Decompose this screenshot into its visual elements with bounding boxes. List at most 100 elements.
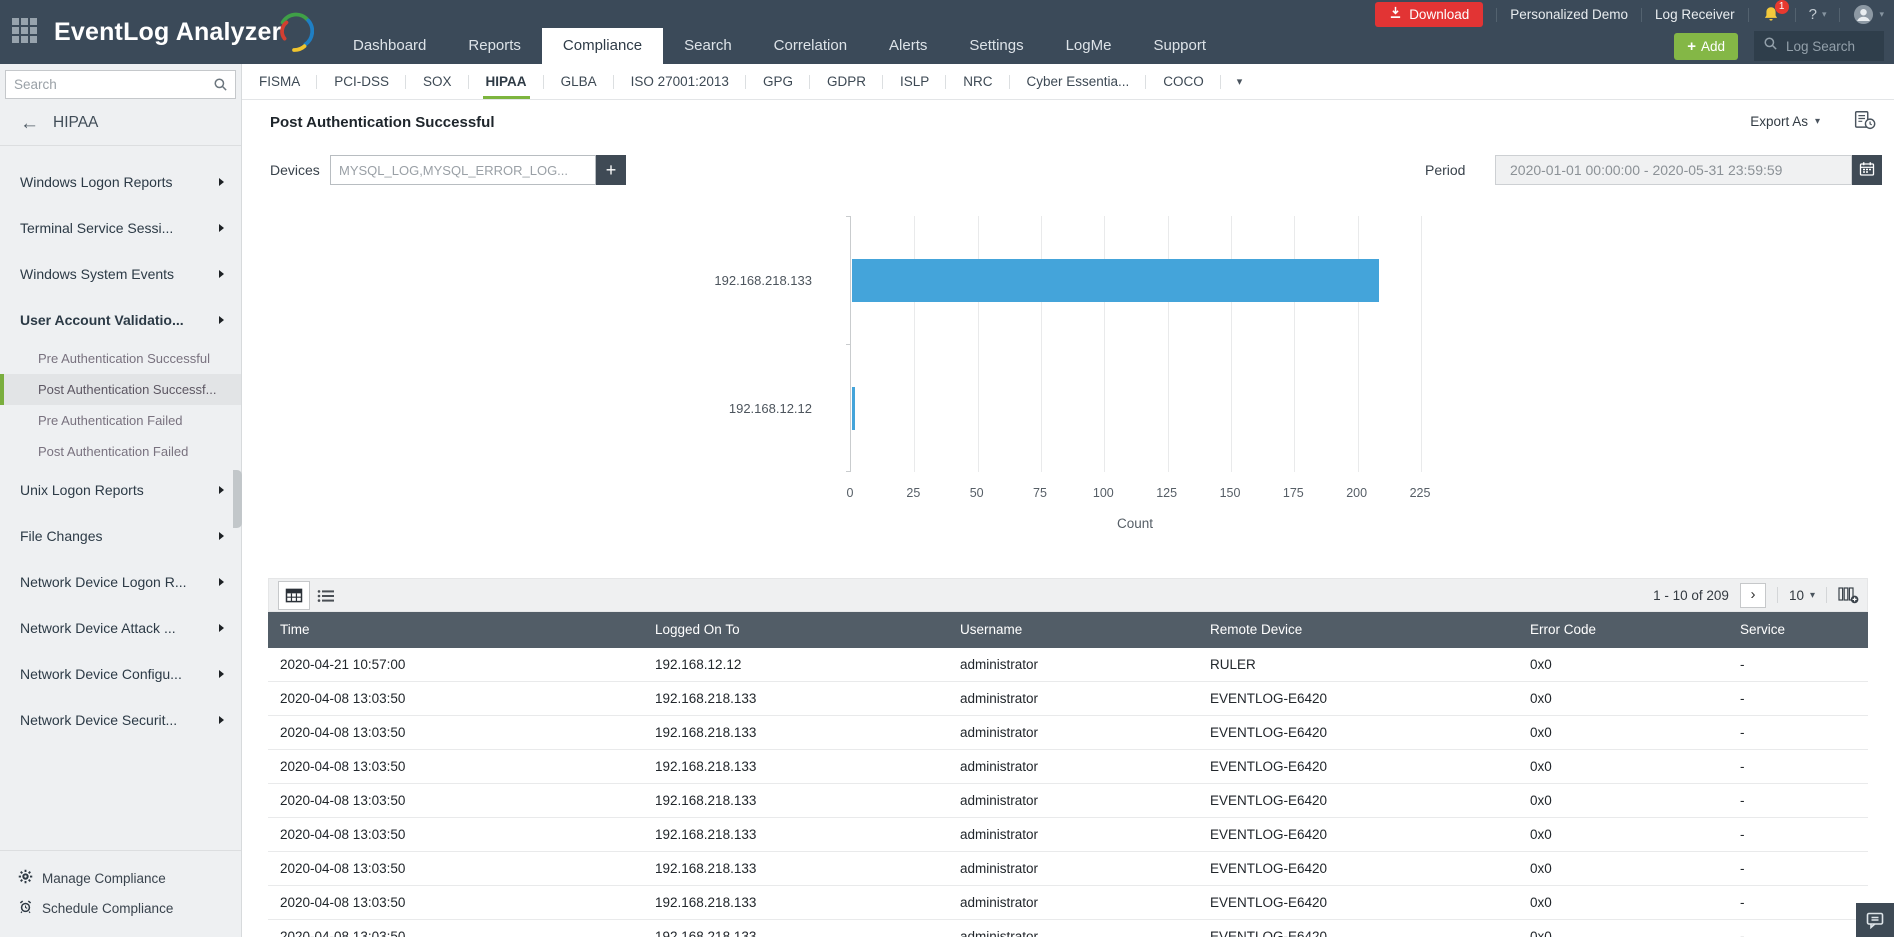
gridline	[1421, 216, 1422, 472]
compliance-tab-iso-27001-2013[interactable]: ISO 27001:2013	[614, 64, 747, 99]
manage-compliance-link[interactable]: Manage Compliance	[0, 863, 241, 893]
x-axis-tick-label: 75	[1033, 486, 1047, 500]
column-header-service[interactable]: Service	[1728, 612, 1868, 648]
nav-item-support[interactable]: Support	[1132, 28, 1227, 64]
compliance-tab-pci-dss[interactable]: PCI-DSS	[317, 64, 406, 99]
table-row: 2020-04-08 13:03:50 192.168.218.133 admini…	[268, 716, 1868, 750]
compliance-tab-nrc[interactable]: NRC	[946, 64, 1010, 99]
table-cell: 2020-04-08 13:03:50	[280, 691, 406, 706]
sidebar-item-label: File Changes	[20, 528, 103, 544]
add-button[interactable]: + Add	[1674, 32, 1738, 60]
sidebar-collapse-handle[interactable]	[233, 470, 242, 528]
chevron-down-icon: ▾	[1879, 9, 1884, 19]
compliance-tab-glba[interactable]: GLBA	[544, 64, 614, 99]
nav-item-reports[interactable]: Reports	[447, 28, 542, 64]
table-cell: 0x0	[1530, 929, 1552, 937]
sidebar-item-network-device-securit[interactable]: Network Device Securit...	[0, 697, 241, 743]
sidebar-item-unix-logon-reports[interactable]: Unix Logon Reports	[0, 467, 241, 513]
gear-icon	[18, 869, 33, 887]
download-button[interactable]: Download	[1375, 2, 1484, 27]
table-cell: administrator	[960, 827, 1039, 842]
next-page-button[interactable]: ›	[1739, 582, 1766, 608]
feedback-chat-button[interactable]	[1856, 903, 1894, 937]
manage-columns-button[interactable]	[1838, 586, 1859, 604]
more-tabs-dropdown[interactable]: ▾	[1221, 75, 1259, 88]
chevron-right-icon	[219, 578, 224, 586]
column-header-logged-on-to[interactable]: Logged On To	[643, 612, 948, 648]
sidebar-section-header: ← HIPAA	[0, 101, 241, 145]
sidebar-item-file-changes[interactable]: File Changes	[0, 513, 241, 559]
log-search-input[interactable]	[1786, 38, 1876, 54]
page-size-dropdown[interactable]: 10 ▾	[1789, 588, 1815, 603]
export-as-label: Export As	[1750, 114, 1808, 129]
chart-bar-192-168-218-133[interactable]	[852, 258, 1379, 302]
sidebar-item-post-authentication-failed[interactable]: Post Authentication Failed	[0, 436, 241, 467]
x-axis-tick-label: 200	[1346, 486, 1368, 500]
nav-item-alerts[interactable]: Alerts	[868, 28, 948, 64]
nav-item-settings[interactable]: Settings	[948, 28, 1044, 64]
table-cell: 192.168.218.133	[655, 691, 757, 706]
nav-item-correlation[interactable]: Correlation	[753, 28, 868, 64]
help-menu[interactable]: ? ▾	[1809, 6, 1827, 23]
table-cell: administrator	[960, 793, 1039, 808]
compliance-tab-coco[interactable]: COCO	[1146, 64, 1221, 99]
gridline	[1357, 216, 1359, 472]
sidebar-item-label: Network Device Securit...	[20, 712, 178, 728]
sidebar-item-terminal-service-sessi[interactable]: Terminal Service Sessi...	[0, 205, 241, 251]
compliance-tab-gpg[interactable]: GPG	[746, 64, 810, 99]
compliance-tab-cyber-essentia[interactable]: Cyber Essentia...	[1010, 64, 1147, 99]
chart-bar-192-168-12-12[interactable]	[852, 386, 855, 430]
sidebar-item-network-device-attack[interactable]: Network Device Attack ...	[0, 605, 241, 651]
column-header-remote-device[interactable]: Remote Device	[1198, 612, 1518, 648]
column-header-error-code[interactable]: Error Code	[1518, 612, 1728, 648]
apps-grid-icon[interactable]	[12, 18, 38, 44]
table-cell: administrator	[960, 861, 1039, 876]
grid-view-button[interactable]	[278, 581, 310, 610]
sidebar-search-input[interactable]	[6, 71, 235, 98]
sidebar-item-windows-system-events[interactable]: Windows System Events	[0, 251, 241, 297]
divider	[1826, 587, 1827, 603]
table-cell: 192.168.218.133	[655, 895, 757, 910]
nav-item-search[interactable]: Search	[663, 28, 753, 64]
table-cell: administrator	[960, 895, 1039, 910]
table-cell: -	[1740, 725, 1745, 740]
log-receiver-link[interactable]: Log Receiver	[1655, 7, 1735, 22]
sidebar-item-user-account-validatio[interactable]: User Account Validatio...	[0, 297, 241, 343]
list-view-button[interactable]	[310, 581, 342, 610]
chevron-right-icon	[219, 224, 224, 232]
compliance-tab-hipaa[interactable]: HIPAA	[469, 64, 544, 99]
calendar-button[interactable]	[1852, 155, 1882, 185]
notifications-bell-icon[interactable]: 1	[1762, 0, 1789, 25]
divider	[1641, 7, 1643, 22]
schedule-report-icon[interactable]	[1854, 110, 1876, 135]
schedule-compliance-link[interactable]: Schedule Compliance	[0, 893, 241, 923]
sidebar-item-post-authentication-successf[interactable]: Post Authentication Successf...	[0, 374, 241, 405]
table-cell: EVENTLOG-E6420	[1210, 759, 1328, 774]
devices-input[interactable]	[330, 155, 596, 185]
app-logo[interactable]: EventLog Analyzer	[54, 12, 314, 58]
period-input[interactable]	[1495, 155, 1852, 185]
table-cell: EVENTLOG-E6420	[1210, 793, 1328, 808]
compliance-tab-gdpr[interactable]: GDPR	[810, 64, 883, 99]
user-avatar-menu[interactable]: ▾	[1853, 4, 1884, 25]
column-header-username[interactable]: Username	[948, 612, 1198, 648]
column-header-time[interactable]: Time	[268, 612, 643, 648]
compliance-tab-sox[interactable]: SOX	[406, 64, 469, 99]
log-search-box[interactable]	[1754, 31, 1884, 61]
add-device-button[interactable]: +	[596, 155, 626, 185]
sidebar-item-network-device-logon-r[interactable]: Network Device Logon R...	[0, 559, 241, 605]
compliance-tab-islp[interactable]: ISLP	[883, 64, 947, 99]
back-arrow-icon[interactable]: ←	[20, 114, 39, 133]
nav-item-compliance[interactable]: Compliance	[541, 28, 664, 64]
nav-item-dashboard[interactable]: Dashboard	[332, 28, 447, 64]
sidebar-item-pre-authentication-failed[interactable]: Pre Authentication Failed	[0, 405, 241, 436]
chevron-right-icon	[219, 178, 224, 186]
compliance-tab-fisma[interactable]: FISMA	[242, 64, 318, 99]
personalized-demo-link[interactable]: Personalized Demo	[1510, 7, 1628, 22]
nav-item-logme[interactable]: LogMe	[1045, 28, 1133, 64]
divider	[0, 850, 241, 851]
sidebar-item-pre-authentication-successful[interactable]: Pre Authentication Successful	[0, 343, 241, 374]
export-as-dropdown[interactable]: Export As ▾	[1750, 114, 1820, 129]
sidebar-item-network-device-configu[interactable]: Network Device Configu...	[0, 651, 241, 697]
sidebar-item-windows-logon-reports[interactable]: Windows Logon Reports	[0, 159, 241, 205]
